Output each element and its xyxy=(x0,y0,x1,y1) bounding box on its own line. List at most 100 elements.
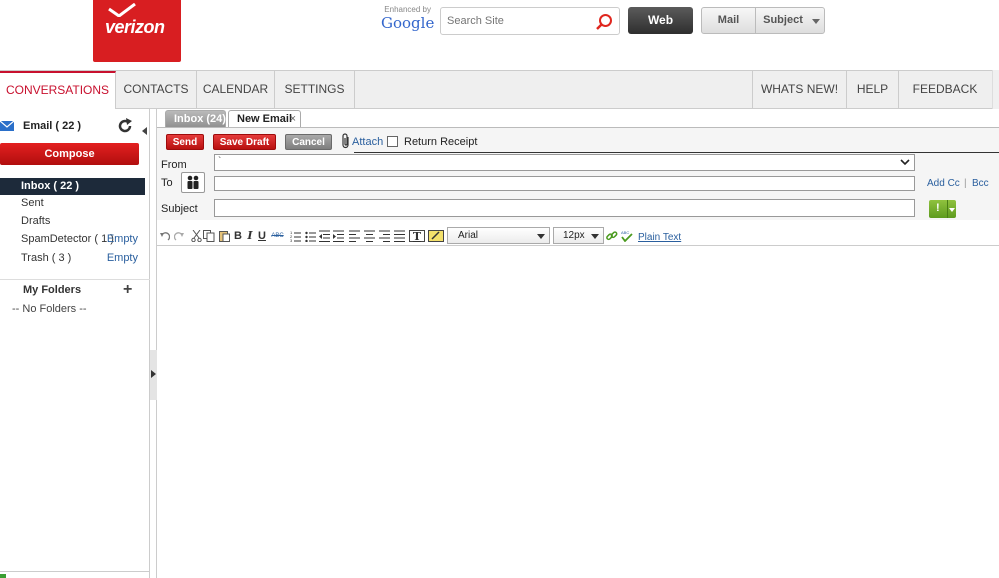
search-input[interactable] xyxy=(441,8,586,34)
chevron-down-icon[interactable] xyxy=(812,19,820,24)
subject-label: Subject xyxy=(161,203,198,215)
message-body-editor[interactable] xyxy=(157,247,999,578)
tab-inbox[interactable]: Inbox (24) xyxy=(165,110,226,128)
bullet-list-icon[interactable] xyxy=(305,230,316,242)
to-field[interactable] xyxy=(214,176,915,191)
scope-mail-button[interactable]: Mail xyxy=(702,8,756,33)
empty-spam-link[interactable]: Empty xyxy=(107,231,138,248)
search-icon[interactable] xyxy=(595,13,613,31)
help-link[interactable]: HELP xyxy=(846,71,898,108)
priority-icon: ! xyxy=(936,202,940,214)
send-button[interactable]: Send xyxy=(166,134,204,150)
folder-label: Drafts xyxy=(21,215,51,227)
add-cc-link[interactable]: Add Cc xyxy=(927,178,960,189)
plain-text-link[interactable]: Plain Text xyxy=(638,232,681,243)
google-branding: Enhanced by Google xyxy=(381,5,435,35)
verizon-check-icon xyxy=(108,3,136,17)
empty-trash-link[interactable]: Empty xyxy=(107,250,138,267)
folder-sent[interactable]: Sent xyxy=(0,195,145,212)
sidebar: Email ( 22 ) Compose Inbox ( 22 ) Sent D… xyxy=(0,109,150,578)
folder-drafts[interactable]: Drafts xyxy=(0,213,145,230)
compose-button[interactable]: Compose xyxy=(0,143,139,165)
font-size-select[interactable]: 12px xyxy=(553,227,604,244)
scope-subject-button[interactable]: Subject xyxy=(756,8,810,33)
priority-button[interactable]: ! xyxy=(929,200,956,218)
tab-calendar[interactable]: CALENDAR xyxy=(197,71,275,108)
cut-icon[interactable] xyxy=(191,230,202,242)
return-receipt-checkbox[interactable] xyxy=(387,136,398,147)
align-center-icon[interactable] xyxy=(364,230,375,242)
bold-button[interactable]: B xyxy=(233,230,243,242)
folder-spamdetector[interactable]: SpamDetector ( 1 ) Empty xyxy=(0,231,145,248)
justify-icon[interactable] xyxy=(394,230,405,242)
formatting-toolbar: B I U ABC 123 T Arial 12px ABC Plain Tex… xyxy=(157,226,999,246)
address-book-button[interactable] xyxy=(181,172,205,193)
enhanced-by-label: Enhanced by xyxy=(384,5,431,14)
redo-icon[interactable] xyxy=(174,230,184,242)
from-label: From xyxy=(161,159,187,171)
numbered-list-icon[interactable]: 123 xyxy=(290,230,301,242)
tab-new-email[interactable]: New Email × xyxy=(228,110,301,128)
folder-label: SpamDetector ( 1 ) xyxy=(21,233,114,245)
align-right-icon[interactable] xyxy=(379,230,390,242)
no-folders-text: -- No Folders -- xyxy=(12,303,87,315)
undo-icon[interactable] xyxy=(160,230,170,242)
nav-scrollbar[interactable] xyxy=(992,70,999,109)
chevron-down-icon[interactable] xyxy=(900,157,910,167)
pane-splitter[interactable] xyxy=(150,350,157,400)
outdent-icon[interactable] xyxy=(319,230,330,242)
link-icon[interactable] xyxy=(606,230,618,242)
from-select[interactable]: ` xyxy=(214,154,915,171)
spellcheck-icon[interactable]: ABC xyxy=(620,230,634,242)
add-folder-icon[interactable]: + xyxy=(123,282,132,298)
font-family-select[interactable]: Arial xyxy=(447,227,550,244)
people-icon xyxy=(187,175,199,189)
whats-new-link[interactable]: WHATS NEW! xyxy=(752,71,846,108)
cc-bcc-separator: | xyxy=(964,178,967,189)
folder-trash[interactable]: Trash ( 3 ) Empty xyxy=(0,250,145,267)
cancel-button[interactable]: Cancel xyxy=(285,134,332,150)
refresh-icon[interactable] xyxy=(117,118,133,134)
copy-icon[interactable] xyxy=(203,230,215,242)
status-indicator xyxy=(0,574,6,578)
chevron-down-icon[interactable] xyxy=(591,234,599,239)
google-logo: Google xyxy=(381,14,435,32)
strikethrough-button[interactable]: ABC xyxy=(270,230,285,242)
verizon-logo[interactable]: verizon xyxy=(93,0,181,62)
paste-icon[interactable] xyxy=(219,230,230,242)
chevron-down-icon[interactable] xyxy=(949,208,955,212)
tab-contacts[interactable]: CONTACTS xyxy=(116,71,197,108)
feedback-link[interactable]: FEEDBACK xyxy=(898,71,991,108)
my-folders-heading: My Folders xyxy=(23,284,82,296)
collapse-sidebar-icon[interactable] xyxy=(142,127,147,135)
indent-icon[interactable] xyxy=(333,230,344,242)
svg-text:3: 3 xyxy=(290,238,293,242)
expand-arrow-icon[interactable] xyxy=(151,370,156,378)
sidebar-bottom-divider xyxy=(0,571,150,572)
tab-settings[interactable]: SETTINGS xyxy=(275,71,355,108)
folder-label: Trash ( 3 ) xyxy=(21,252,72,264)
header: verizon Enhanced by Google Web Mail Subj… xyxy=(0,0,999,70)
italic-button[interactable]: I xyxy=(246,230,254,242)
underline-button[interactable]: U xyxy=(257,230,267,242)
attach-link[interactable]: Attach xyxy=(352,136,383,148)
font-size-value: 12px xyxy=(563,230,585,241)
folder-label: Inbox ( 22 ) xyxy=(21,180,80,192)
email-count-label[interactable]: Email ( 22 ) xyxy=(23,120,81,132)
web-search-button[interactable]: Web xyxy=(628,7,693,34)
email-header: Email ( 22 ) xyxy=(0,117,150,135)
bcc-link[interactable]: Bcc xyxy=(972,178,989,189)
priority-divider xyxy=(947,200,948,218)
compose-pane: Send Save Draft Cancel Attach Return Rec… xyxy=(157,127,999,578)
font-family-value: Arial xyxy=(458,230,479,241)
chevron-down-icon[interactable] xyxy=(537,234,545,239)
highlight-color-icon[interactable] xyxy=(428,230,444,242)
paperclip-icon[interactable] xyxy=(341,133,351,149)
close-icon[interactable]: × xyxy=(290,111,296,128)
tab-conversations[interactable]: CONVERSATIONS xyxy=(0,71,116,109)
align-left-icon[interactable] xyxy=(349,230,360,242)
save-draft-button[interactable]: Save Draft xyxy=(213,134,276,150)
text-color-button[interactable]: T xyxy=(409,230,425,243)
folder-inbox[interactable]: Inbox ( 22 ) xyxy=(0,178,145,195)
subject-field[interactable] xyxy=(214,199,915,217)
